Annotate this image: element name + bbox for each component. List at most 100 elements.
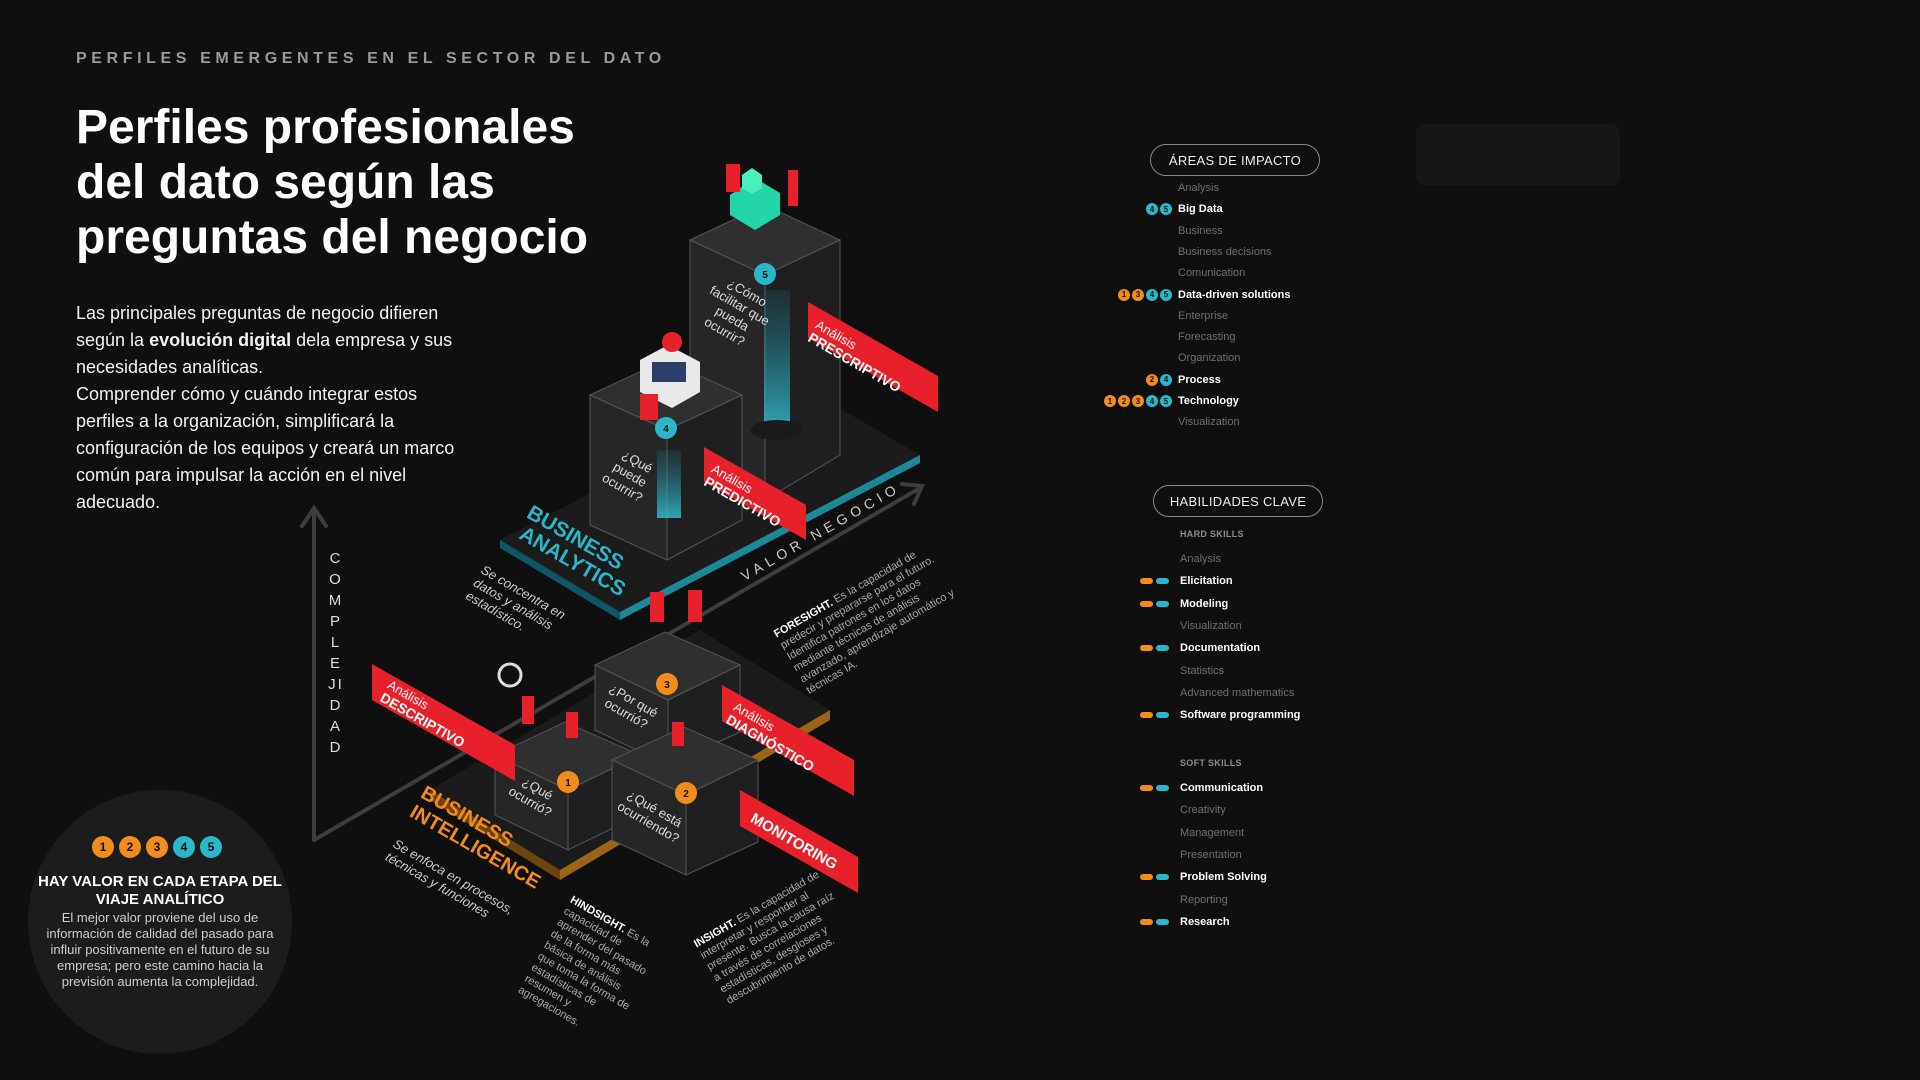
skill-label: Management (1180, 826, 1245, 839)
skill-label: Creativity (1180, 804, 1226, 817)
area-item: Organization (1178, 348, 1240, 368)
skill-marker-turquoise (1156, 645, 1169, 652)
skills-list: HARD SKILLS Analysis Elicitation Modeling Vi… (1130, 526, 1350, 928)
areas-list: Analysis Big Data 4 5 Business Business decis… (1090, 178, 1310, 438)
skill-item: Problem Solving (1180, 867, 1267, 887)
skill-label: Elicitation (1180, 575, 1233, 588)
area-item: Comunication (1178, 263, 1245, 283)
skill-marker (1140, 874, 1169, 881)
blank-panel (1416, 124, 1620, 186)
area-item: Forecasting (1178, 327, 1235, 347)
skill-marker-orange (1140, 600, 1153, 607)
profile-number: 4 (1146, 288, 1158, 301)
value-circle-text: El mejor valor proviene del uso de infor… (46, 910, 274, 989)
skill-marker (1140, 785, 1169, 791)
skill-item: Advanced mathematics (1180, 683, 1294, 703)
axis-complejidad: COMPLEJIDAD (328, 550, 344, 756)
profile-number: 2 (1146, 373, 1158, 386)
area-item: Data-driven solutions (1178, 285, 1290, 305)
profile-number: 1 (1118, 288, 1130, 301)
skill-label: Visualization (1180, 619, 1242, 632)
skill-item: Management (1180, 823, 1244, 843)
area-profile-numbers: 45 (1146, 203, 1172, 216)
skill-label: Communication (1180, 782, 1264, 794)
value-circle-number: 3 (146, 836, 168, 858)
area-label: Big Data (1178, 203, 1223, 216)
skill-item: Research (1180, 912, 1230, 932)
value-circle-number: 5 (200, 836, 222, 858)
skill-item: Communication (1180, 778, 1263, 798)
skill-label: Problem Solving (1180, 871, 1267, 884)
skill-label: Modeling (1180, 597, 1229, 610)
value-circle-number: 4 (173, 836, 195, 858)
skill-item: Software programming (1180, 705, 1300, 725)
skill-item: Analysis (1180, 549, 1221, 569)
svg-text:1: 1 (565, 778, 571, 789)
skill-marker-orange (1140, 874, 1153, 881)
skill-marker-turquoise (1156, 918, 1169, 925)
area-label: Enterprise (1178, 309, 1229, 322)
skill-marker (1140, 600, 1169, 607)
profile-number: 4 (1160, 373, 1172, 386)
skill-marker (1140, 645, 1169, 652)
area-label: Organization (1178, 352, 1241, 365)
area-label: Visualization (1178, 416, 1240, 429)
skills-title: HABILIDADES CLAVE (1153, 485, 1323, 517)
area-label: Forecasting (1178, 331, 1236, 344)
profile-number: 4 (1146, 395, 1158, 407)
skill-marker-turquoise (1156, 600, 1169, 607)
area-label: Technology (1178, 395, 1239, 407)
skill-item: Elicitation (1180, 571, 1233, 591)
skill-item: Statistics (1180, 661, 1224, 681)
area-label: Process (1178, 373, 1221, 386)
skill-marker-turquoise (1156, 712, 1169, 719)
skill-label: Research (1180, 915, 1230, 928)
skill-marker-turquoise (1156, 785, 1169, 791)
profile-number: 5 (1160, 395, 1172, 407)
skill-item: Modeling (1180, 594, 1228, 614)
value-circle-numbers: 12345 (92, 836, 222, 858)
svg-text:3: 3 (664, 680, 670, 691)
skill-label: Presentation (1180, 848, 1242, 861)
skill-marker-orange (1140, 785, 1153, 791)
area-item: Business decisions (1178, 242, 1272, 262)
skill-marker-turquoise (1156, 578, 1169, 585)
profile-number: 4 (1146, 203, 1158, 216)
skill-item: Visualization (1180, 616, 1242, 636)
value-circle-title: HAY VALOR EN CADA ETAPA DEL VIAJE ANALÍT… (38, 873, 282, 908)
skills-subheading: HARD SKILLS (1180, 529, 1244, 539)
skill-marker (1140, 578, 1169, 585)
skills-subheading: SOFT SKILLS (1180, 758, 1242, 768)
magnifier-icon (497, 662, 523, 688)
svg-text:2: 2 (683, 789, 689, 800)
skill-marker-orange (1140, 918, 1153, 925)
skill-label: Statistics (1180, 664, 1225, 677)
skill-label: Documentation (1180, 642, 1261, 655)
profile-number: 3 (1132, 288, 1144, 301)
areas-title: ÁREAS DE IMPACTO (1150, 144, 1320, 176)
area-item: Business (1178, 221, 1223, 241)
svg-text:5: 5 (762, 270, 768, 281)
skill-label: Software programming (1180, 709, 1301, 722)
area-label: Business decisions (1178, 245, 1272, 258)
area-item: Process (1178, 370, 1221, 390)
profile-number: 5 (1160, 288, 1172, 301)
skill-marker (1140, 712, 1169, 719)
area-profile-numbers: 1345 (1118, 288, 1172, 301)
area-label: Business (1178, 224, 1223, 237)
profile-number: 3 (1132, 395, 1144, 407)
area-item: Enterprise (1178, 306, 1228, 326)
skill-marker-turquoise (1156, 874, 1169, 881)
area-label: Comunication (1178, 267, 1246, 280)
area-item: Analysis (1178, 178, 1219, 198)
value-circle-number: 2 (119, 836, 141, 858)
area-item: Technology (1178, 391, 1239, 411)
svg-text:4: 4 (663, 424, 669, 435)
skill-item: Documentation (1180, 638, 1260, 658)
skill-item: Reporting (1180, 890, 1228, 910)
area-item: Big Data (1178, 199, 1223, 219)
area-label: Data-driven solutions (1178, 288, 1291, 301)
area-label: Analysis (1178, 182, 1219, 194)
skill-marker-orange (1140, 645, 1153, 652)
value-circle-number: 1 (92, 836, 114, 858)
